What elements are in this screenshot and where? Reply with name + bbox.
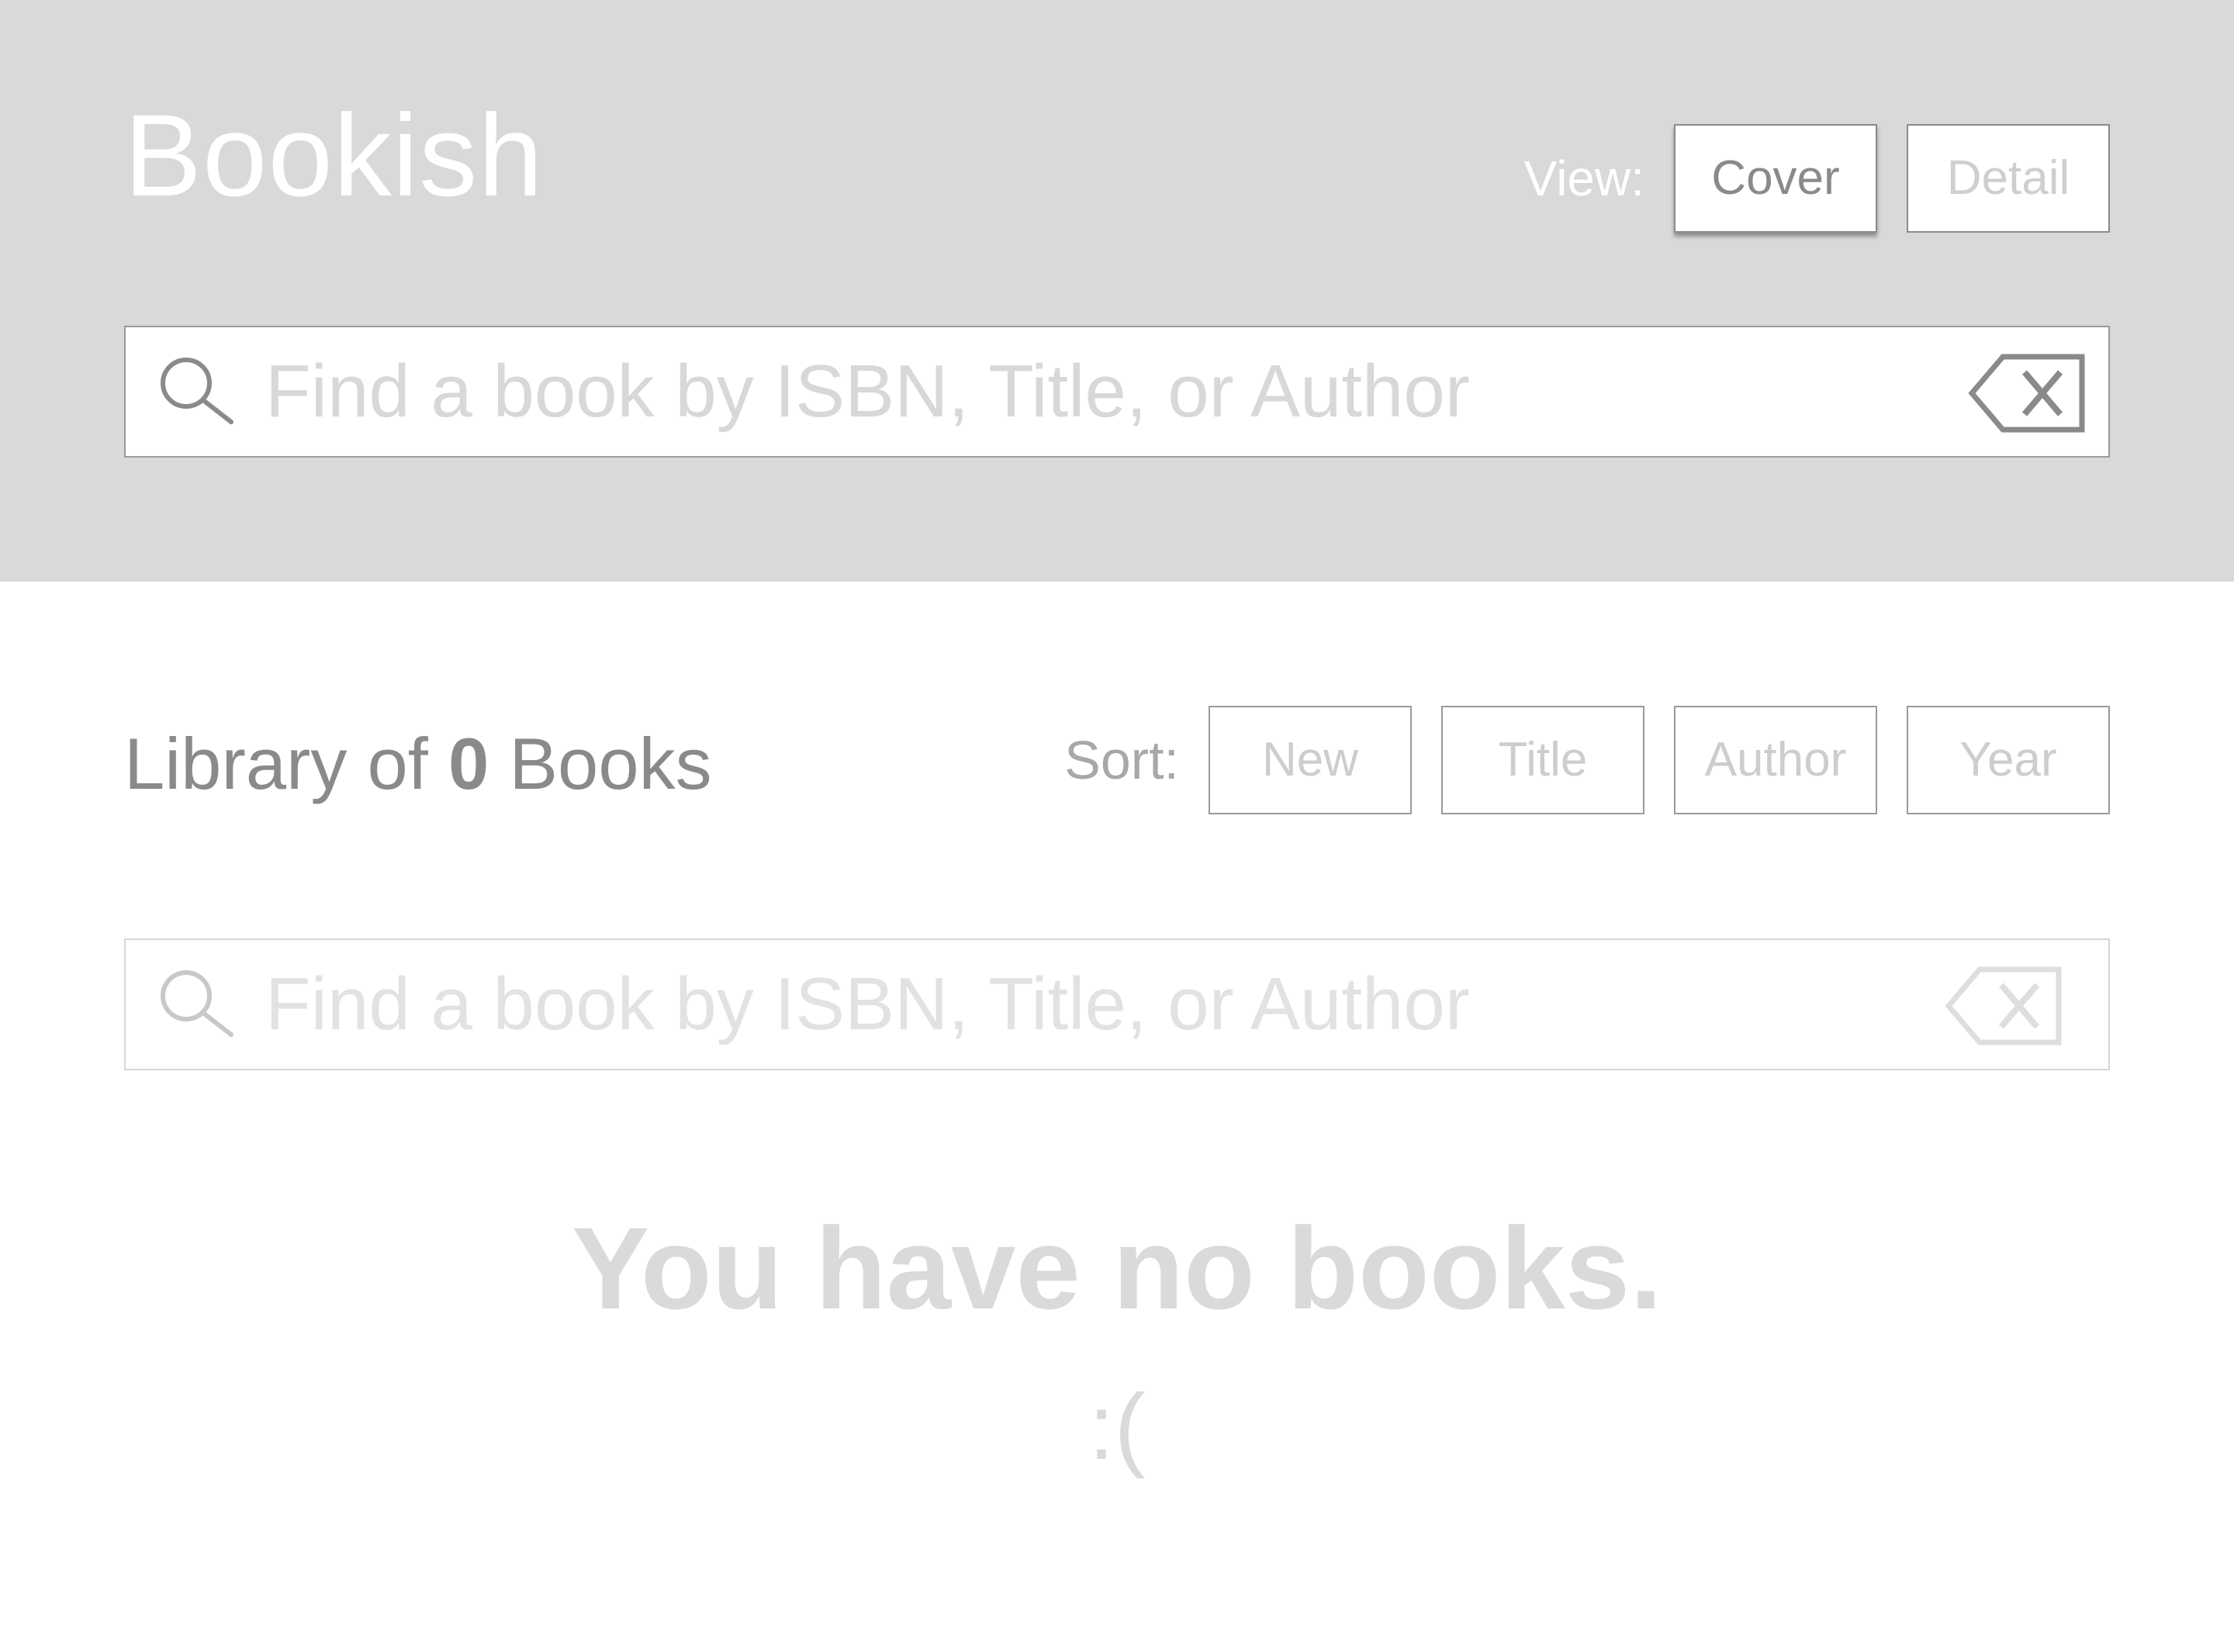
empty-state-message: You have no books. [572,1203,1662,1333]
sort-label: Sort: [1064,730,1179,790]
view-label: View: [1523,150,1644,206]
search-icon [161,358,233,424]
clear-icon[interactable] [1964,352,2088,434]
app-title: Bookish [124,90,544,220]
search-icon [161,970,233,1037]
library-search-input[interactable] [265,940,1956,1069]
library-search-bar [124,938,2110,1070]
sort-title-button[interactable]: Title [1441,706,1644,814]
empty-state-face: :( [1088,1375,1146,1479]
book-search-input[interactable] [265,327,1956,456]
library-count-suffix: Books [489,723,712,804]
view-cover-button[interactable]: Cover [1674,124,1877,233]
book-search-bar [124,326,2110,458]
view-detail-button[interactable]: Detail [1907,124,2110,233]
sort-year-button[interactable]: Year [1907,706,2110,814]
sort-author-button[interactable]: Author [1674,706,1877,814]
library-count: Library of 0 Books [124,710,712,818]
sort-new-button[interactable]: New [1209,706,1412,814]
clear-icon[interactable] [1941,965,2065,1047]
header: Bookish View: Cover Detail [0,0,2234,582]
library-count-prefix: Library of [124,723,448,804]
library-count-number: 0 [448,723,489,804]
